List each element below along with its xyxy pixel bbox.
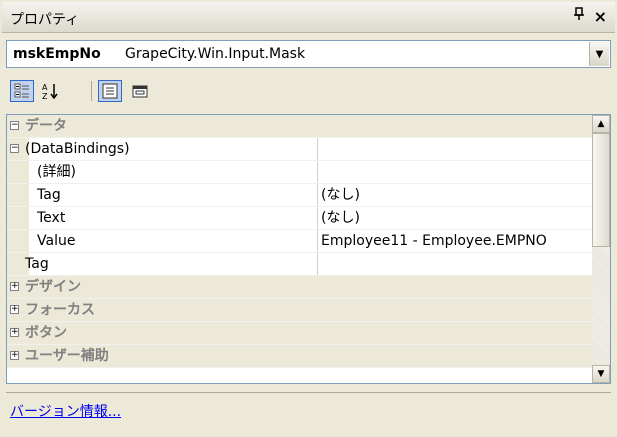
property-label: Text [37, 210, 66, 226]
category-row[interactable]: + ユーザー補助 [7, 345, 594, 368]
property-label: Tag [25, 256, 49, 272]
column-divider [317, 138, 318, 160]
property-pages-icon [132, 85, 148, 98]
expand-icon[interactable]: + [10, 328, 19, 337]
scroll-thumb[interactable] [592, 133, 610, 247]
property-label: Tag [37, 187, 61, 203]
property-label: データ [25, 118, 67, 134]
object-name: mskEmpNo [13, 46, 101, 62]
property-value[interactable]: (なし) [317, 184, 360, 206]
vertical-scrollbar[interactable]: ▲ ▼ [592, 115, 610, 383]
row-gutter [7, 207, 29, 229]
category-row[interactable]: − データ [7, 115, 594, 138]
property-label: ユーザー補助 [25, 348, 109, 364]
expand-icon[interactable]: + [10, 305, 19, 314]
property-pages-button[interactable] [128, 80, 152, 102]
scroll-up-icon[interactable]: ▲ [592, 115, 610, 133]
object-type: GrapeCity.Win.Input.Mask [125, 46, 306, 62]
property-row[interactable]: Tag [7, 253, 594, 276]
svg-text:A: A [42, 83, 48, 92]
expand-icon[interactable]: + [10, 282, 19, 291]
property-value[interactable]: Employee11 - Employee.EMPNO [317, 230, 547, 252]
sort-az-icon: A Z [42, 83, 58, 100]
categorized-button[interactable] [10, 80, 34, 102]
svg-text:Z: Z [42, 92, 48, 100]
property-row[interactable]: Text (なし) [7, 207, 594, 230]
properties-icon [102, 83, 118, 99]
pin-icon[interactable] [573, 7, 585, 25]
column-divider [317, 253, 318, 275]
window-title: プロパティ [10, 12, 80, 28]
column-divider [317, 161, 318, 183]
property-label: Value [37, 233, 76, 249]
scroll-down-icon[interactable]: ▼ [592, 365, 610, 383]
category-row[interactable]: + フォーカス [7, 299, 594, 322]
collapse-icon[interactable]: − [10, 121, 19, 130]
property-label: デザイン [25, 279, 81, 295]
toolbar: A Z [6, 76, 611, 106]
alphabetical-button[interactable]: A Z [38, 80, 62, 102]
property-row[interactable]: − (DataBindings) [7, 138, 594, 161]
expand-icon[interactable]: + [10, 351, 19, 360]
close-icon[interactable]: × [594, 7, 607, 26]
version-info-link[interactable]: バージョン情報... [10, 401, 121, 421]
property-row[interactable]: (詳細) [7, 161, 594, 184]
category-row[interactable]: + ボタン [7, 322, 594, 345]
property-value[interactable]: (なし) [317, 207, 360, 229]
chevron-down-icon[interactable]: ▼ [589, 42, 609, 66]
collapse-icon[interactable]: − [10, 144, 19, 153]
property-label: (DataBindings) [25, 141, 130, 157]
property-label: ボタン [25, 325, 67, 341]
title-bar: プロパティ × [2, 2, 615, 33]
property-grid: − データ − (DataBindings) (詳細) Tag (なし) Text (なし) Va… [6, 114, 611, 384]
properties-button[interactable] [98, 80, 122, 102]
properties-window: プロパティ × mskEmpNo GrapeCity.Win.Input.Mas… [0, 0, 617, 437]
property-row[interactable]: Tag (なし) [7, 184, 594, 207]
category-row[interactable]: + デザイン [7, 276, 594, 299]
property-rows: − データ − (DataBindings) (詳細) Tag (なし) Text (なし) Va… [7, 115, 594, 368]
row-gutter [7, 230, 29, 252]
row-gutter [7, 161, 29, 183]
property-label: (詳細) [37, 164, 76, 180]
row-gutter [7, 184, 29, 206]
toolbar-separator [91, 81, 92, 101]
property-row[interactable]: Value Employee11 - Employee.EMPNO [7, 230, 594, 253]
object-selector[interactable]: mskEmpNo GrapeCity.Win.Input.Mask ▼ [6, 40, 611, 68]
footer: バージョン情報... [6, 392, 611, 431]
property-label: フォーカス [25, 302, 95, 318]
categorized-icon [14, 83, 29, 98]
